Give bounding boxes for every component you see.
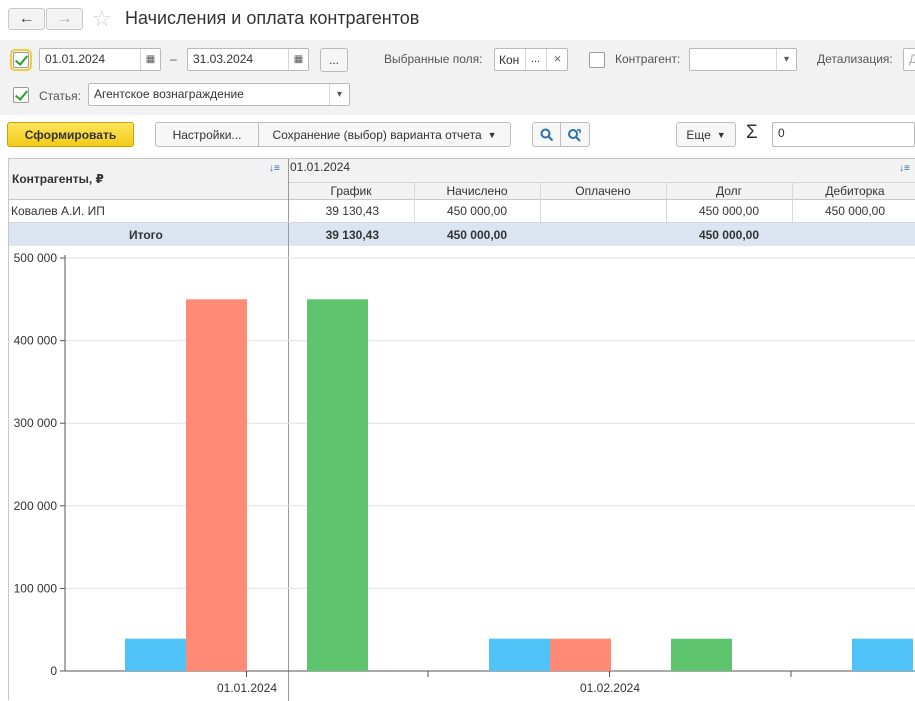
article-checkbox[interactable] bbox=[13, 87, 29, 103]
dropdown-arrow-icon[interactable]: ▾ bbox=[329, 84, 349, 105]
chart-bar[interactable] bbox=[186, 299, 247, 671]
arrow-left-icon: ← bbox=[18, 10, 35, 27]
counterparty-field[interactable]: ▾ bbox=[689, 48, 797, 71]
selected-fields-field[interactable]: Кон ... × bbox=[494, 48, 568, 71]
table-row[interactable]: Ковалев А.И. ИП 39 130,43 450 000,00 450… bbox=[9, 200, 915, 222]
arrow-right-icon: → bbox=[56, 10, 73, 27]
date-from-field[interactable]: 01.01.2024 ▦ bbox=[39, 48, 161, 71]
x-tick-label: 01.02.2024 bbox=[580, 681, 640, 695]
chart-bar[interactable] bbox=[489, 638, 550, 671]
search-icon bbox=[540, 128, 553, 141]
search-reset-button[interactable] bbox=[560, 122, 590, 147]
date-dash: – bbox=[170, 52, 177, 66]
date-to-value: 31.03.2024 bbox=[193, 52, 254, 66]
column-header-schedule: График bbox=[330, 184, 372, 198]
x-tick-label: 01.01.2024 bbox=[217, 681, 277, 695]
column-header-debt: Долг bbox=[715, 184, 743, 198]
save-variant-label: Сохранение (выбор) варианта отчета bbox=[272, 127, 482, 142]
selected-fields-value: Кон bbox=[499, 53, 520, 67]
chevron-down-icon: ▼ bbox=[487, 129, 497, 140]
period-select-button[interactable]: ... bbox=[320, 48, 348, 72]
more-button[interactable]: Еще ▼ bbox=[676, 122, 736, 147]
row-name: Ковалев А.И. ИП bbox=[11, 204, 105, 218]
date-from-value: 01.01.2024 bbox=[45, 52, 106, 66]
dropdown-arrow-icon[interactable]: ▾ bbox=[776, 49, 796, 70]
search-button[interactable] bbox=[532, 122, 561, 147]
article-label: Статья: bbox=[39, 89, 82, 103]
detail-field[interactable]: Д bbox=[903, 48, 915, 71]
sort-icon[interactable]: ↓≡ bbox=[269, 163, 280, 174]
chart-bar[interactable] bbox=[671, 638, 732, 671]
row-value-debt: 450 000,00 bbox=[698, 204, 759, 218]
total-row[interactable]: Итого 39 130,43 450 000,00 450 000,00 bbox=[9, 223, 915, 246]
period-header: 01.01.2024 bbox=[290, 160, 351, 174]
y-tick-label: 100 000 bbox=[14, 581, 58, 595]
y-tick-label: 500 000 bbox=[14, 251, 58, 265]
chart-bar[interactable] bbox=[307, 299, 368, 671]
chart-bar[interactable] bbox=[852, 638, 913, 671]
y-tick-label: 300 000 bbox=[14, 416, 58, 430]
row-header-title: Контрагенты, ₽ bbox=[12, 172, 104, 186]
sum-field: 0 bbox=[772, 122, 915, 147]
column-header-paid: Оплачено bbox=[575, 184, 631, 198]
y-tick-label: 200 000 bbox=[14, 499, 58, 513]
settings-button[interactable]: Настройки... bbox=[155, 122, 259, 147]
y-tick-label: 400 000 bbox=[14, 334, 58, 348]
detail-label: Детализация: bbox=[817, 52, 893, 66]
chevron-down-icon: ▼ bbox=[716, 129, 726, 140]
column-header-receivables: Дебиторка bbox=[825, 184, 885, 198]
more-label: Еще bbox=[686, 127, 711, 142]
detail-value: Д bbox=[909, 52, 915, 66]
chart-bar[interactable] bbox=[550, 638, 611, 671]
counterparty-checkbox[interactable] bbox=[589, 52, 605, 68]
sort-icon[interactable]: ↓≡ bbox=[899, 163, 910, 174]
report-chart: 500 000 400 000 300 000 200 000 100 000 0 01.0… bbox=[14, 251, 915, 695]
clear-icon[interactable]: × bbox=[546, 49, 567, 70]
filter-panel: 01.01.2024 ▦ – 31.03.2024 ▦ ... Выбранны… bbox=[0, 40, 915, 115]
period-checkbox[interactable] bbox=[10, 49, 32, 71]
row-value-receivables: 450 000,00 bbox=[824, 204, 885, 218]
total-value-schedule: 39 130,43 bbox=[325, 228, 379, 242]
favorite-star-icon[interactable]: ☆ bbox=[92, 6, 112, 32]
row-value-accrued: 450 000,00 bbox=[446, 204, 507, 218]
selected-fields-more-button[interactable]: ... bbox=[525, 49, 545, 70]
sum-icon: Σ bbox=[746, 122, 758, 143]
page-title: Начисления и оплата контрагентов bbox=[125, 8, 420, 28]
total-value-accrued: 450 000,00 bbox=[446, 228, 507, 242]
chart-bar[interactable] bbox=[125, 638, 186, 671]
generate-button[interactable]: Сформировать bbox=[7, 122, 134, 147]
total-label: Итого bbox=[129, 228, 163, 242]
sum-value: 0 bbox=[778, 126, 785, 140]
calendar-icon[interactable]: ▦ bbox=[140, 49, 160, 70]
search-clear-icon bbox=[568, 128, 581, 142]
total-value-debt: 450 000,00 bbox=[698, 228, 759, 242]
save-variant-button[interactable]: Сохранение (выбор) варианта отчета ▼ bbox=[258, 122, 511, 147]
column-header-accrued: Начислено bbox=[446, 184, 508, 198]
date-to-field[interactable]: 31.03.2024 ▦ bbox=[187, 48, 309, 71]
y-tick-label: 0 bbox=[50, 664, 57, 678]
counterparty-label: Контрагент: bbox=[615, 52, 681, 66]
selected-fields-label: Выбранные поля: bbox=[384, 52, 483, 66]
article-field[interactable]: Агентское вознаграждение ▾ bbox=[88, 83, 350, 106]
row-value-schedule: 39 130,43 bbox=[325, 204, 379, 218]
calendar-icon[interactable]: ▦ bbox=[288, 49, 308, 70]
article-value: Агентское вознаграждение bbox=[94, 87, 244, 101]
forward-button[interactable]: → bbox=[46, 8, 83, 30]
back-button[interactable]: ← bbox=[8, 8, 45, 30]
